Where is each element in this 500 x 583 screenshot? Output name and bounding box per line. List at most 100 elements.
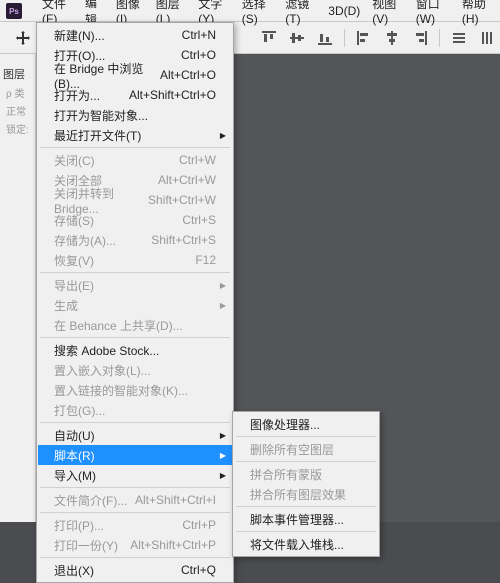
menu-item-label: 文件简介(F)... <box>54 492 127 509</box>
menu-separator <box>40 557 230 558</box>
submenu-item-label: 图像处理器... <box>250 416 320 433</box>
panel-hint: 正常 <box>6 104 29 122</box>
menu-separator <box>236 436 376 437</box>
submenu-item[interactable]: 拼合所有蒙版 <box>234 464 378 484</box>
menu-item[interactable]: 在 Bridge 中浏览(B)...Alt+Ctrl+O <box>38 65 232 85</box>
menu-item-label: 打开为智能对象... <box>54 107 148 124</box>
menu-item-label: 导出(E) <box>54 277 94 294</box>
submenu-arrow-icon: ▶ <box>220 451 226 460</box>
layers-panel-hints: ρ 类 正常 锁定: <box>6 86 29 140</box>
menu-item-shortcut: Ctrl+N <box>182 28 216 42</box>
menu-item[interactable]: 最近打开文件(T) ▶ <box>38 125 232 145</box>
menu-filter[interactable]: 滤镜(T) <box>279 0 322 26</box>
menu-item[interactable]: 生成▶ <box>38 295 232 315</box>
menu-item[interactable]: 关闭并转到 Bridge...Shift+Ctrl+W <box>38 190 232 210</box>
submenu-item[interactable]: 拼合所有图层效果 <box>234 484 378 504</box>
menu-item[interactable]: 自动(U) ▶ <box>38 425 232 445</box>
menu-item-shortcut: Shift+Ctrl+W <box>148 193 216 207</box>
menu-item[interactable]: 置入链接的智能对象(K)... <box>38 380 232 400</box>
submenu-item-label: 将文件载入堆栈... <box>250 536 344 553</box>
file-dropdown-menu: 新建(N)...Ctrl+N打开(O)...Ctrl+O在 Bridge 中浏览… <box>36 22 234 583</box>
menu-item-label: 打印(P)... <box>54 517 104 534</box>
submenu-arrow-icon: ▶ <box>220 431 226 440</box>
menu-item-label: 最近打开文件(T) <box>54 127 141 144</box>
menu-item-label: 恢复(V) <box>54 252 94 269</box>
menu-item-label: 新建(N)... <box>54 27 105 44</box>
menu-item[interactable]: 打印一份(Y)Alt+Shift+Ctrl+P <box>38 535 232 555</box>
menu-item-label: 自动(U) <box>54 427 95 444</box>
menu-window[interactable]: 窗口(W) <box>410 0 456 26</box>
menu-item[interactable]: 存储(S) Ctrl+S <box>38 210 232 230</box>
submenu-item[interactable]: 脚本事件管理器... <box>234 509 378 529</box>
menu-separator <box>236 531 376 532</box>
menu-separator <box>40 272 230 273</box>
divider <box>344 29 345 47</box>
align-hcenter-icon[interactable] <box>379 25 405 51</box>
menu-item[interactable]: 退出(X) Ctrl+Q <box>38 560 232 580</box>
submenu-arrow-icon: ▶ <box>220 471 226 480</box>
menu-item-shortcut: Ctrl+P <box>182 518 216 532</box>
menu-view[interactable]: 视图(V) <box>366 0 410 26</box>
submenu-item[interactable]: 图像处理器... <box>234 414 378 434</box>
menu-separator <box>40 337 230 338</box>
menu-item[interactable]: 打开为... Alt+Shift+Ctrl+O <box>38 85 232 105</box>
distribute-2-icon[interactable] <box>474 25 500 51</box>
menu-item[interactable]: 导出(E)▶ <box>38 275 232 295</box>
menu-item-label: 存储为(A)... <box>54 232 116 249</box>
menu-item-label: 脚本(R) <box>54 447 95 464</box>
panel-hint: ρ 类 <box>6 86 29 104</box>
menu-item[interactable]: 打开为智能对象... <box>38 105 232 125</box>
menu-item-shortcut: Ctrl+Q <box>181 563 216 577</box>
menu-item[interactable]: 置入嵌入对象(L)... <box>38 360 232 380</box>
menubar: 文件(F) 编辑 图像(I) 图层(L) 文字(Y) 选择(S) 滤镜(T) 3… <box>0 0 500 22</box>
menu-help[interactable]: 帮助(H) <box>456 0 500 26</box>
menu-item-label: 导入(M) <box>54 467 96 484</box>
menu-item-label: 打开为... <box>54 87 100 104</box>
menu-item-label: 置入链接的智能对象(K)... <box>54 382 188 399</box>
menu-item[interactable]: 在 Behance 上共享(D)... <box>38 315 232 335</box>
menu-item[interactable]: 打印(P)... Ctrl+P <box>38 515 232 535</box>
menu-item[interactable]: 关闭(C) Ctrl+W <box>38 150 232 170</box>
distribute-1-icon[interactable] <box>446 25 472 51</box>
menu-item[interactable]: 新建(N)... Ctrl+N <box>38 25 232 45</box>
menu-item[interactable]: 打包(G)... <box>38 400 232 420</box>
align-left-icon[interactable] <box>351 25 377 51</box>
menu-3d[interactable]: 3D(D) <box>322 4 366 18</box>
submenu-item[interactable]: 将文件载入堆栈... <box>234 534 378 554</box>
menu-separator <box>40 147 230 148</box>
menu-item[interactable]: 文件简介(F)... Alt+Shift+Ctrl+I <box>38 490 232 510</box>
menu-item-label: 存储(S) <box>54 212 94 229</box>
menu-item-shortcut: Ctrl+O <box>181 48 216 62</box>
menu-item[interactable]: 导入(M) ▶ <box>38 465 232 485</box>
align-top-icon[interactable] <box>256 25 282 51</box>
menu-item-label: 搜索 Adobe Stock... <box>54 342 159 359</box>
menu-item-shortcut: Alt+Shift+Ctrl+O <box>129 88 216 102</box>
menu-item[interactable]: 搜索 Adobe Stock... <box>38 340 232 360</box>
menu-separator <box>236 506 376 507</box>
align-vmid-icon[interactable] <box>284 25 310 51</box>
app-icon: Ps <box>6 3 22 19</box>
menu-item-label: 关闭(C) <box>54 152 95 169</box>
menu-item-shortcut: Shift+Ctrl+S <box>151 233 216 247</box>
menu-item-shortcut: Alt+Shift+Ctrl+I <box>135 493 216 507</box>
move-tool-icon[interactable] <box>10 25 36 51</box>
menu-separator <box>40 422 230 423</box>
menu-item-label: 生成 <box>54 297 78 314</box>
menu-item[interactable]: 脚本(R) ▶ <box>38 445 232 465</box>
menu-item-shortcut: Ctrl+S <box>182 213 216 227</box>
menu-item-shortcut: Ctrl+W <box>179 153 216 167</box>
submenu-item-label: 脚本事件管理器... <box>250 511 344 528</box>
menu-item[interactable]: 恢复(V)F12 <box>38 250 232 270</box>
menu-select[interactable]: 选择(S) <box>236 0 280 26</box>
menu-item-label: 退出(X) <box>54 562 94 579</box>
submenu-item[interactable]: 删除所有空图层 <box>234 439 378 459</box>
menu-item[interactable]: 存储为(A)... Shift+Ctrl+S <box>38 230 232 250</box>
align-bottom-icon[interactable] <box>312 25 338 51</box>
menu-item-label: 打包(G)... <box>54 402 105 419</box>
align-right-icon[interactable] <box>407 25 433 51</box>
submenu-arrow-icon: ▶ <box>220 131 226 140</box>
layers-panel-title: 图层 <box>3 66 25 82</box>
menu-item-shortcut: Alt+Ctrl+O <box>160 68 216 82</box>
menu-item-shortcut: Alt+Ctrl+W <box>158 173 216 187</box>
menu-item-label: 打印一份(Y) <box>54 537 118 554</box>
